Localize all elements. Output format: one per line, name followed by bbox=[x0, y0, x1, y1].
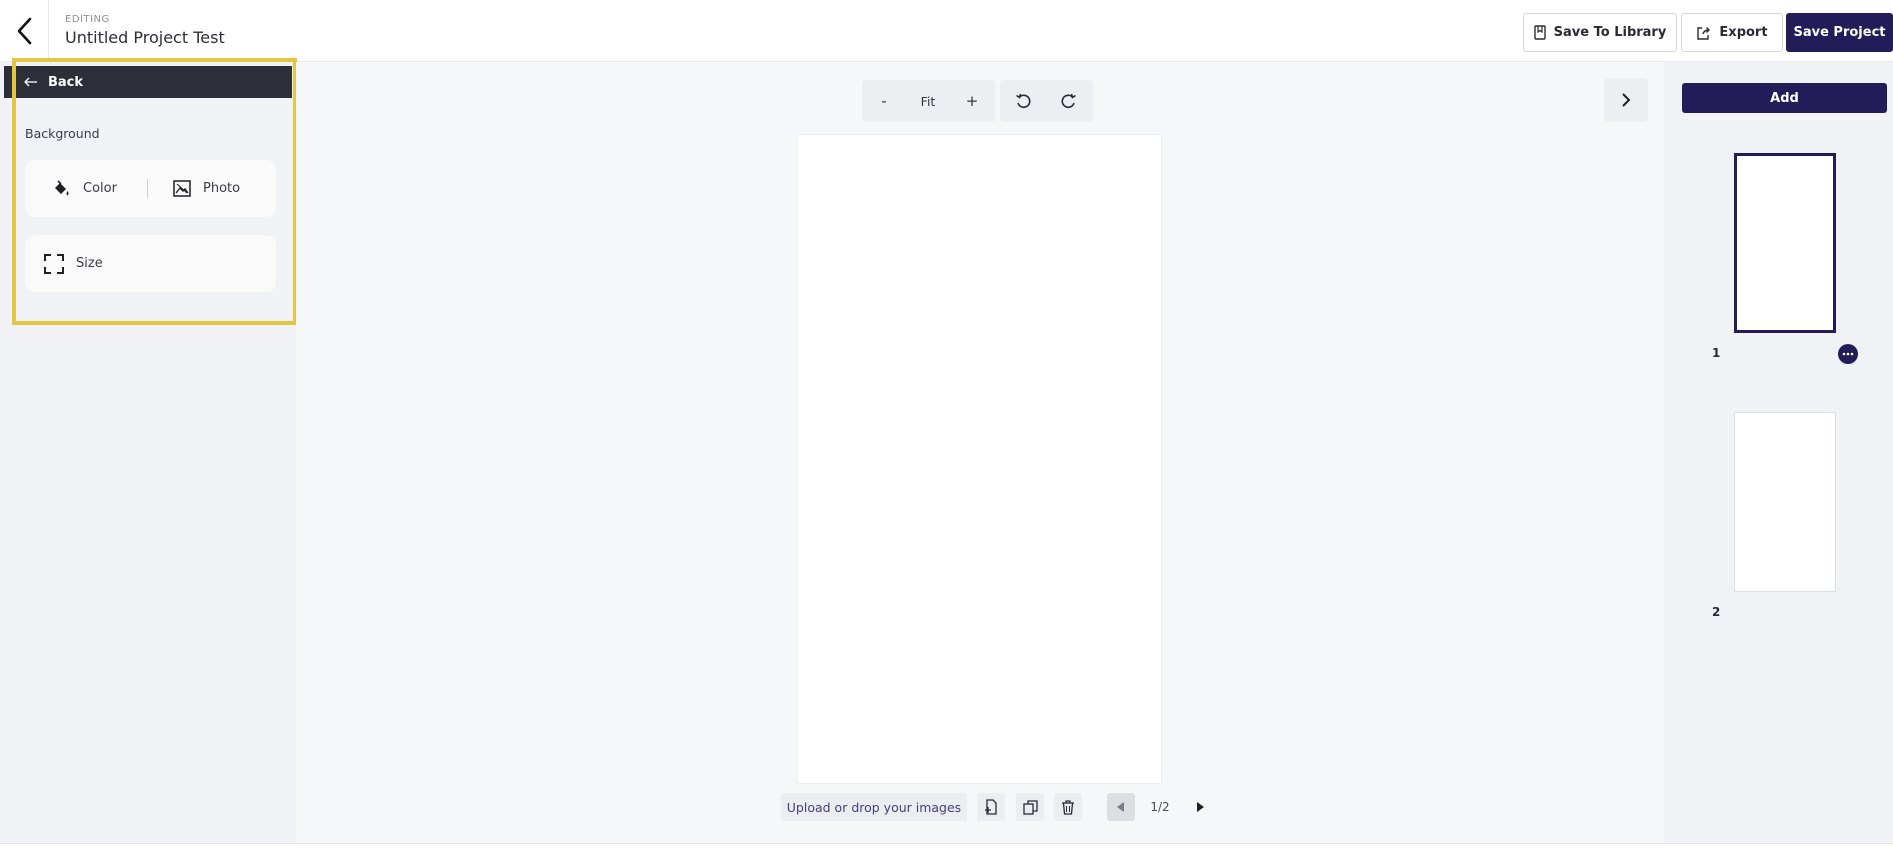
zoom-out-button[interactable]: - bbox=[862, 80, 906, 122]
triangle-right-icon bbox=[1197, 802, 1204, 812]
share-icon bbox=[1697, 26, 1711, 40]
save-to-library-button[interactable]: Save To Library bbox=[1523, 13, 1677, 52]
duplicate-page-button[interactable] bbox=[1016, 793, 1044, 821]
editing-label: EDITING bbox=[65, 14, 110, 25]
delete-page-button[interactable] bbox=[1054, 793, 1082, 821]
zoom-fit-button[interactable]: Fit bbox=[906, 80, 950, 122]
duplicate-icon bbox=[1022, 799, 1038, 815]
page-thumbnail-2[interactable] bbox=[1734, 412, 1836, 592]
trash-icon bbox=[1062, 799, 1074, 815]
zoom-in-button[interactable]: + bbox=[950, 80, 994, 122]
save-to-library-label: Save To Library bbox=[1553, 25, 1667, 40]
save-project-label: Save Project bbox=[1793, 25, 1886, 40]
page-number-2: 2 bbox=[1712, 605, 1721, 619]
zoom-controls: - Fit + bbox=[862, 80, 995, 122]
history-controls bbox=[1000, 80, 1093, 122]
export-button[interactable]: Export bbox=[1681, 13, 1783, 52]
add-page-main-button[interactable]: Add bbox=[1682, 83, 1887, 113]
redo-button[interactable] bbox=[1046, 80, 1092, 122]
page-indicator: 1/2 bbox=[1150, 800, 1170, 814]
chevron-right-icon bbox=[1622, 93, 1631, 107]
footer-strip bbox=[0, 843, 1893, 858]
collapse-panel-button[interactable] bbox=[1604, 78, 1648, 122]
bookmark-icon bbox=[1533, 25, 1546, 40]
add-page-button[interactable] bbox=[977, 793, 1005, 821]
save-project-button[interactable]: Save Project bbox=[1786, 13, 1893, 52]
exit-editor-button[interactable] bbox=[0, 0, 49, 62]
rotate-right-icon bbox=[1061, 93, 1076, 109]
more-dots-icon bbox=[1842, 352, 1854, 356]
triangle-left-icon bbox=[1117, 802, 1124, 812]
page-number-1: 1 bbox=[1712, 346, 1721, 360]
page-thumbnail-1[interactable] bbox=[1734, 153, 1836, 333]
project-title-block: EDITING Untitled Project Test bbox=[65, 14, 225, 47]
focus-highlight-frame bbox=[12, 58, 297, 325]
page-canvas[interactable] bbox=[797, 134, 1162, 784]
top-header: EDITING Untitled Project Test Save To Li… bbox=[0, 0, 1893, 62]
export-label: Export bbox=[1719, 25, 1768, 40]
project-title[interactable]: Untitled Project Test bbox=[65, 28, 225, 47]
page-options-button[interactable] bbox=[1838, 344, 1858, 364]
undo-button[interactable] bbox=[1000, 80, 1046, 122]
rotate-left-icon bbox=[1016, 93, 1031, 109]
upload-images-button[interactable]: Upload or drop your images bbox=[781, 793, 967, 821]
previous-page-button[interactable] bbox=[1107, 793, 1135, 821]
chevron-left-icon bbox=[17, 17, 32, 45]
next-page-button[interactable] bbox=[1186, 793, 1214, 821]
add-page-icon bbox=[985, 799, 997, 815]
